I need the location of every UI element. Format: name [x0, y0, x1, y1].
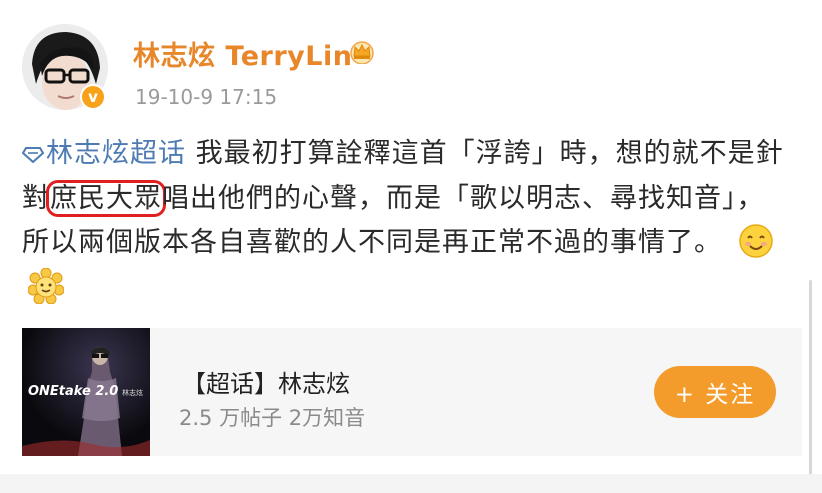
highlighted-phrase: 庶民大眾: [46, 179, 166, 217]
crown-icon: [350, 41, 374, 64]
card-stats: 2.5 万帖子 2万知音: [179, 406, 366, 430]
topic-link[interactable]: 林志炫超话: [22, 138, 186, 169]
topic-label: 林志炫超话: [46, 138, 186, 169]
super-topic-card[interactable]: ONEtake 2.0 林志炫 【超话】林志炫 2.5 万帖子 2万知音 + 关…: [22, 328, 802, 456]
card-title: 【超话】林志炫: [182, 370, 350, 398]
smile-emoji-icon: [738, 224, 773, 258]
post-timestamp: 19-10-9 17:15: [135, 85, 278, 109]
thumbnail-title: ONEtake 2.0: [28, 384, 119, 399]
bottom-divider: [0, 474, 822, 493]
verified-badge-icon: v: [80, 84, 106, 110]
follow-button[interactable]: + 关注: [654, 366, 776, 418]
username[interactable]: 林志炫 TerryLin: [133, 34, 352, 73]
flower-emoji-icon: [28, 267, 64, 304]
thumbnail-artist: 林志炫: [122, 389, 143, 397]
scrollbar[interactable]: [809, 280, 812, 490]
diamond-topic-icon: [22, 147, 44, 163]
post-body: 林志炫超话 我最初打算詮釋這首「浮誇」時，想的就不是針對庶民大眾唱出他們的心聲，…: [22, 132, 792, 310]
card-thumbnail: ONEtake 2.0 林志炫: [22, 328, 150, 456]
